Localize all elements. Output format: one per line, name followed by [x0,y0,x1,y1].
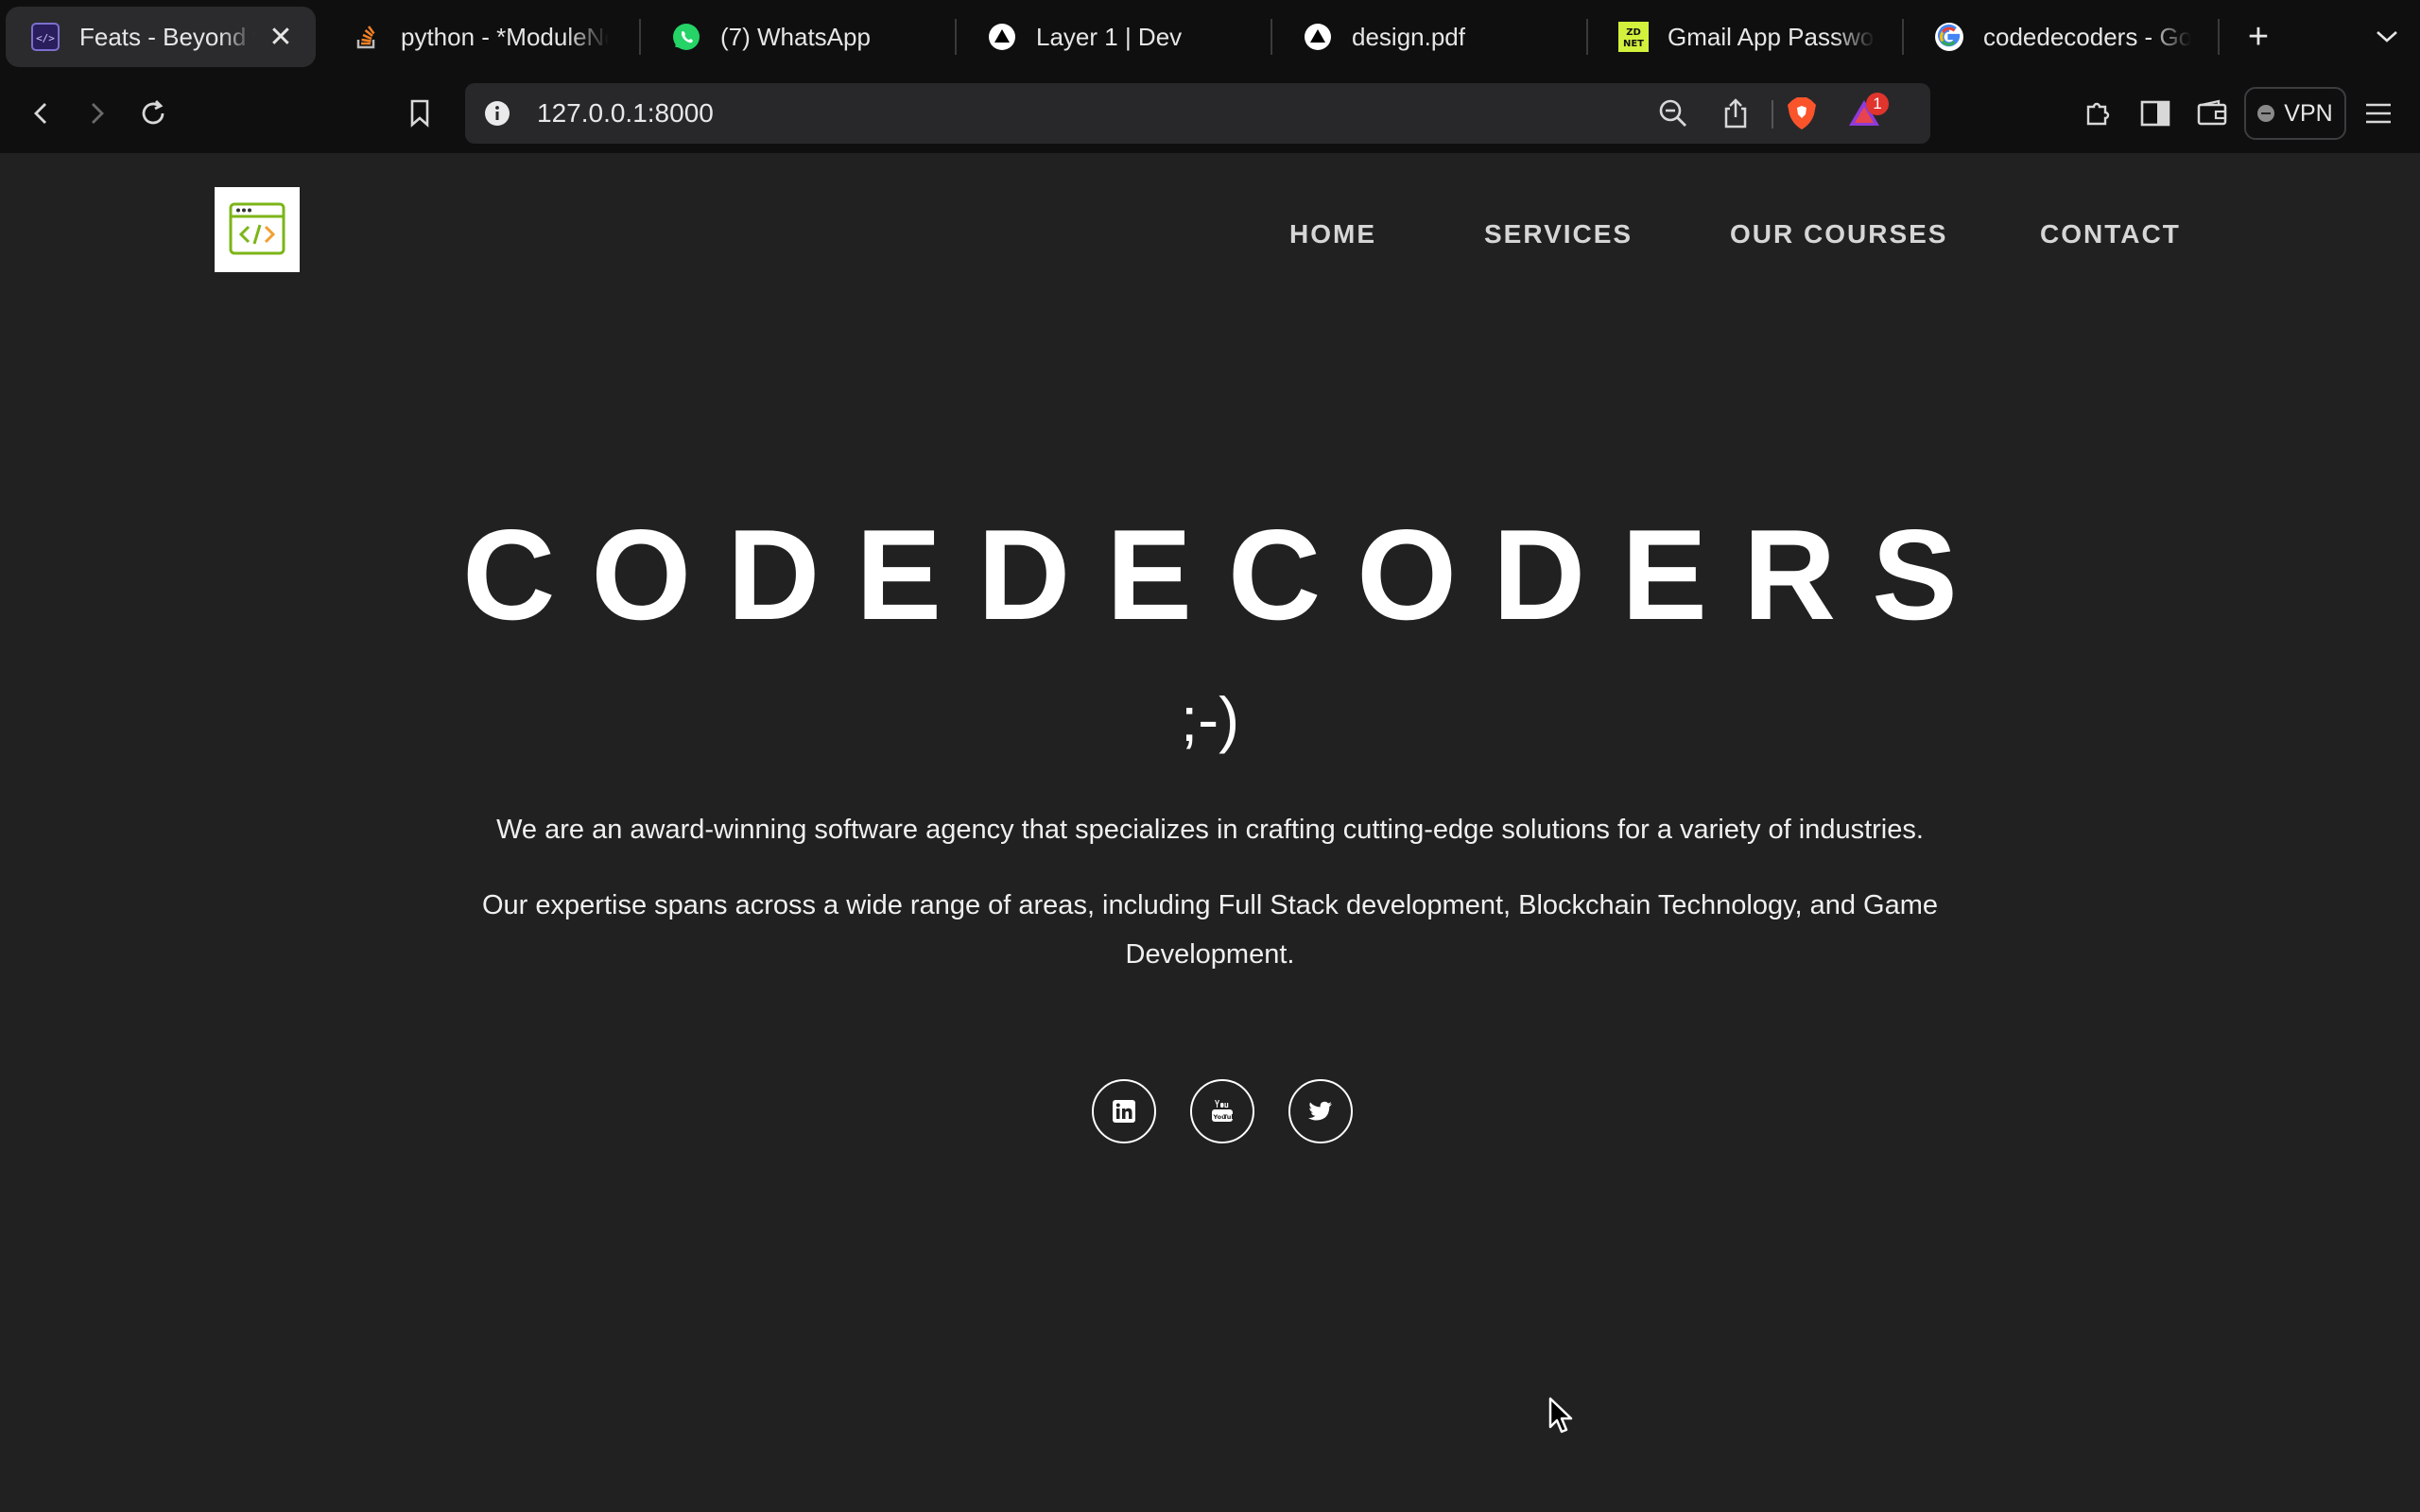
youtube-button[interactable]: YouTube [1190,1079,1254,1143]
sidebar-icon[interactable] [2133,91,2178,136]
back-button[interactable] [19,91,64,136]
tab-title: Gmail App Password [1668,22,1876,51]
triangle-icon [987,22,1017,52]
tab-separator [639,19,641,55]
extensions-icon[interactable] [2076,91,2121,136]
vpn-button[interactable]: VPN [2244,87,2346,140]
new-tab-button[interactable]: + [2235,13,2282,60]
hero-title: CODEDECODERS [462,503,1994,646]
nav-services[interactable]: SERVICES [1484,219,1633,249]
tab-search-chevron-icon[interactable] [2363,13,2411,60]
tab-separator [955,19,957,55]
linkedin-icon [1113,1100,1135,1123]
nav-home[interactable]: HOME [1289,219,1376,249]
triangle-icon [1303,22,1333,52]
bookmark-button[interactable] [397,91,442,136]
tab-feats[interactable]: </> Feats - Beyond the ✕ [6,7,316,67]
site-info-icon[interactable] [482,98,512,129]
brave-rewards-icon[interactable]: 1 [1841,91,1889,136]
rewards-badge: 1 [1866,93,1889,115]
svg-text:ZD: ZD [1626,27,1641,38]
twitter-icon [1308,1101,1332,1121]
tab-title: design.pdf [1352,22,1465,51]
reload-button[interactable] [130,91,176,136]
tab-title: (7) WhatsApp [720,22,871,51]
tab-title: python - *ModuleNot [401,22,609,51]
vpn-label: VPN [2284,99,2333,127]
tab-separator [1270,19,1272,55]
google-icon [1934,22,1964,52]
toolbar-separator [1772,100,1773,129]
site-logo[interactable] [215,187,300,272]
url-text[interactable]: 127.0.0.1:8000 [537,83,714,144]
svg-text:</>: </> [36,32,55,44]
vpn-status-icon [2257,105,2275,122]
whatsapp-icon [671,22,701,52]
tab-title: codedecoders - Goo [1983,22,2191,51]
tab-layer1[interactable]: Layer 1 | Dev [962,7,1265,67]
tab-google-search[interactable]: codedecoders - Goo [1910,7,2212,67]
codedecoders-favicon: </> [30,22,60,52]
tab-separator [2218,19,2220,55]
mouse-cursor-icon [1548,1397,1573,1434]
tab-stackoverflow[interactable]: python - *ModuleNot [327,7,630,67]
address-bar[interactable]: 127.0.0.1:8000 1 [465,83,1930,144]
zdnet-icon: ZD NET [1618,22,1649,52]
browser-toolbar: 127.0.0.1:8000 1 VPN [0,76,2420,153]
nav-contact[interactable]: CONTACT [2040,219,2181,249]
menu-icon[interactable] [2356,91,2401,136]
share-icon[interactable] [1713,91,1758,136]
tab-gmail-app-password[interactable]: ZD NET Gmail App Password [1594,7,1896,67]
forward-button[interactable] [74,91,119,136]
web-page: HOME SERVICES OUR COURSES CONTACT CODEDE… [0,153,2420,1512]
tab-separator [1902,19,1904,55]
svg-text:Tube: Tube [1223,1113,1235,1121]
stackoverflow-icon [352,22,382,52]
tab-title: Layer 1 | Dev [1036,22,1183,51]
nav-our-courses[interactable]: OUR COURSES [1730,219,1947,249]
hero-subtitle: ;-) [1180,684,1240,754]
tab-title: Feats - Beyond the [79,22,255,51]
twitter-button[interactable] [1288,1079,1353,1143]
tab-separator [1586,19,1588,55]
hero-paragraph-1: We are an award-winning software agency … [496,815,1924,845]
brave-shields-icon[interactable] [1779,91,1824,136]
tab-whatsapp[interactable]: (7) WhatsApp [647,7,949,67]
close-tab-icon[interactable]: ✕ [267,21,295,54]
hero-paragraph-2: Our expertise spans across a wide range … [482,890,1938,970]
linkedin-button[interactable] [1092,1079,1156,1143]
tab-design-pdf[interactable]: design.pdf [1278,7,1581,67]
zoom-out-icon[interactable] [1651,91,1696,136]
svg-text:NET: NET [1623,39,1644,49]
tab-strip: </> Feats - Beyond the ✕ python - *Modul… [0,0,2420,76]
code-window-icon [229,202,285,255]
youtube-icon: YouTube [1212,1100,1235,1122]
wallet-icon[interactable] [2189,91,2235,136]
